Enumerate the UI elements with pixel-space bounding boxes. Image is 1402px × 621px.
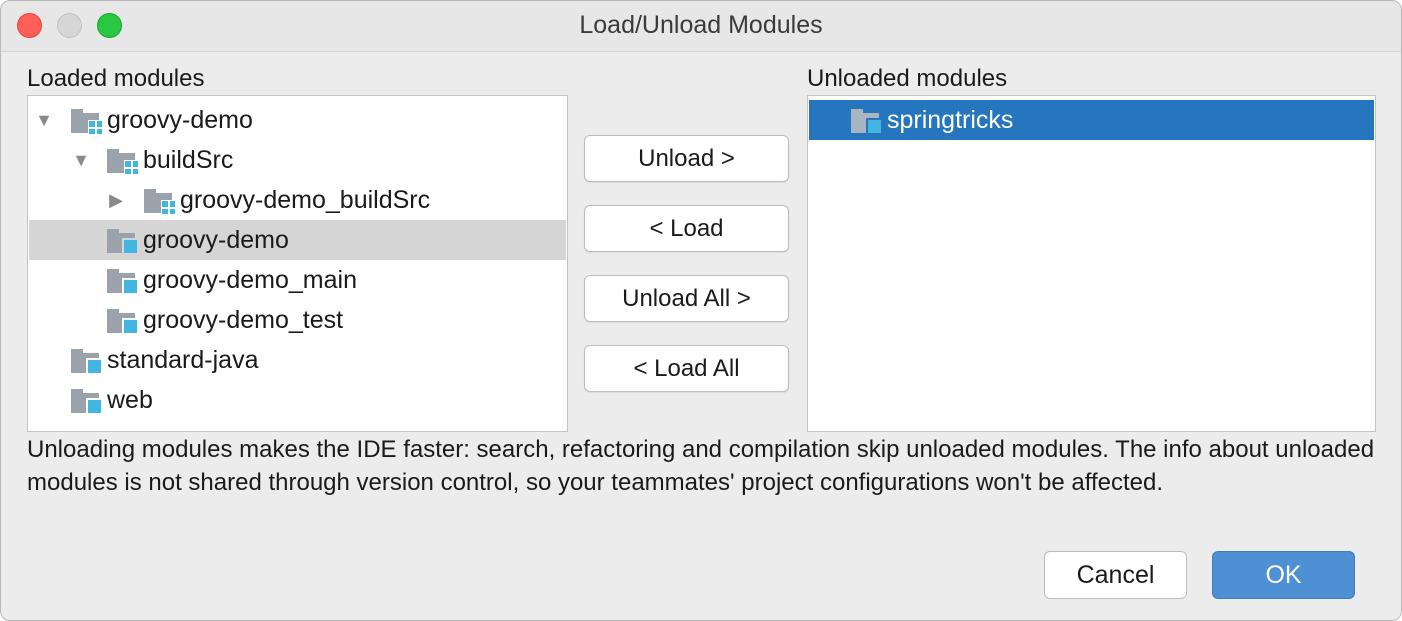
load-button[interactable]: < Load	[584, 205, 789, 252]
expand-arrow-icon[interactable]: ▼	[34, 100, 54, 140]
title-bar: Load/Unload Modules	[1, 1, 1401, 52]
description-text: Unloading modules makes the IDE faster: …	[27, 436, 1375, 496]
tree-item-buildsrc[interactable]: ▼ buildSrc	[29, 140, 566, 180]
tree-item-label: groovy-demo	[143, 226, 289, 254]
dialog-window: Load/Unload Modules Loaded modules Unloa…	[0, 0, 1402, 621]
tree-item-label: groovy-demo_test	[143, 306, 344, 334]
tree-item-label: groovy-demo_buildSrc	[180, 186, 431, 214]
list-item-springtricks[interactable]: springtricks	[809, 100, 1374, 140]
module-icon	[71, 389, 103, 415]
tree-item-groovy-demo-test[interactable]: groovy-demo_test	[29, 300, 566, 340]
window-title: Load/Unload Modules	[579, 11, 823, 39]
loaded-modules-label: Loaded modules	[27, 65, 205, 92]
tree-item-label: buildSrc	[143, 146, 234, 174]
load-all-button[interactable]: < Load All	[584, 345, 789, 392]
tree-item-label: web	[107, 386, 153, 414]
module-icon	[107, 269, 139, 295]
tree-item-groovy-demo-main[interactable]: groovy-demo_main	[29, 260, 566, 300]
tree-item-label: groovy-demo	[107, 106, 253, 134]
unload-button[interactable]: Unload >	[584, 135, 789, 182]
module-group-icon	[107, 149, 139, 175]
module-group-icon	[144, 189, 176, 215]
expand-arrow-icon[interactable]: ▼	[71, 140, 91, 180]
cancel-button[interactable]: Cancel	[1044, 551, 1187, 599]
tree-item-groovy-demo-root[interactable]: ▼ groovy-demo	[29, 100, 566, 140]
module-icon	[851, 109, 883, 135]
tree-item-label: groovy-demo_main	[143, 266, 357, 294]
unload-all-button[interactable]: Unload All >	[584, 275, 789, 322]
module-icon	[107, 229, 139, 255]
tree-item-label: standard-java	[107, 346, 259, 374]
tree-item-standard-java[interactable]: standard-java	[29, 340, 566, 380]
unloaded-modules-label: Unloaded modules	[807, 65, 1008, 92]
ok-button[interactable]: OK	[1212, 551, 1355, 599]
list-item-label: springtricks	[887, 106, 1014, 134]
collapsed-arrow-icon[interactable]: ▶	[106, 180, 126, 220]
module-icon	[71, 349, 103, 375]
module-group-icon	[71, 109, 103, 135]
tree-item-groovy-demo-buildsrc[interactable]: ▶ groovy-demo_buildSrc	[29, 180, 566, 220]
loaded-modules-tree[interactable]: ▼ groovy-demo ▼ buildSrc ▶ groovy-demo_b…	[27, 95, 568, 432]
tree-item-web[interactable]: web	[29, 380, 566, 420]
unloaded-modules-list[interactable]: springtricks	[807, 95, 1376, 432]
tree-item-groovy-demo[interactable]: groovy-demo	[29, 220, 566, 260]
module-icon	[107, 309, 139, 335]
